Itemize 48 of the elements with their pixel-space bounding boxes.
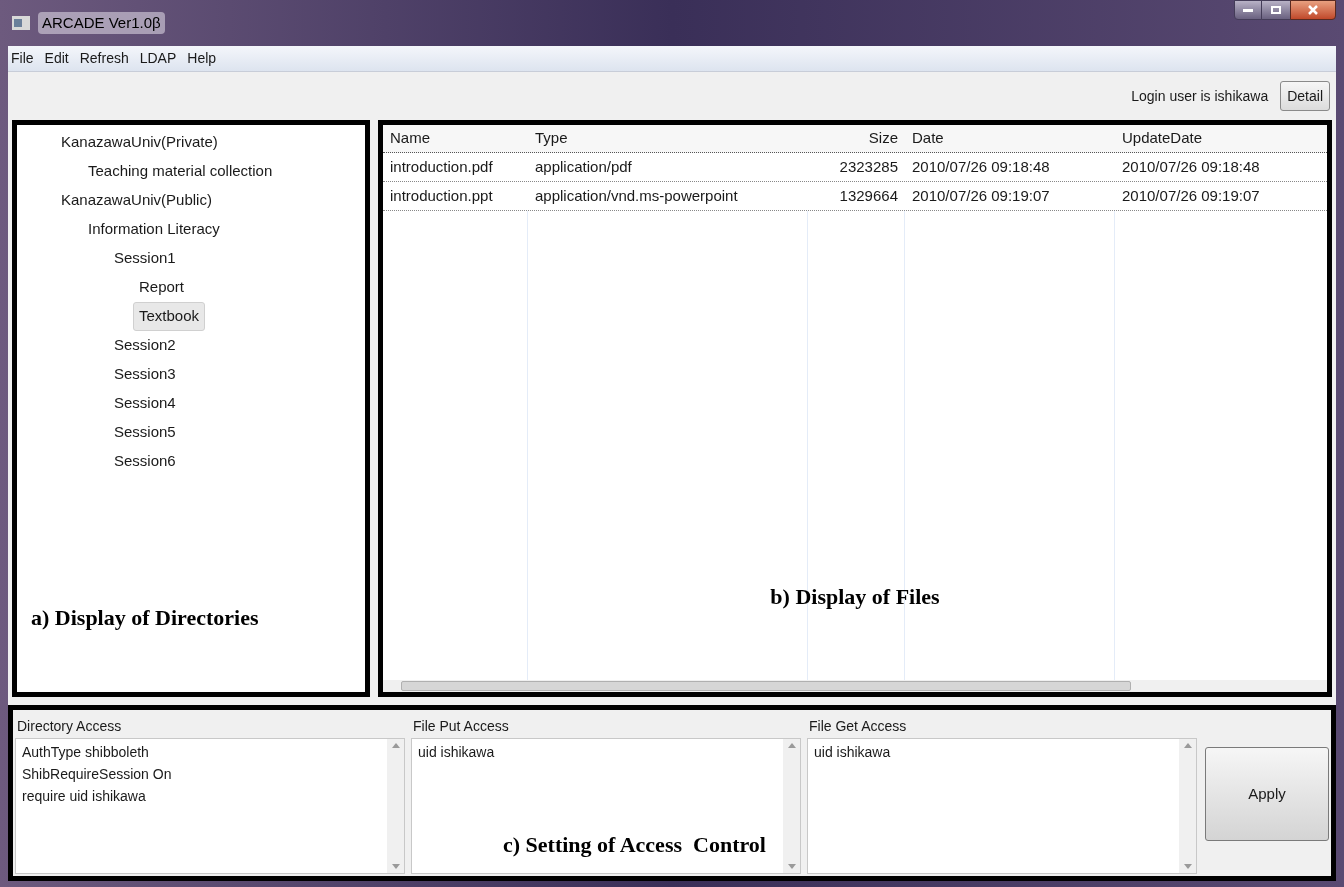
tree-item[interactable]: KanazawaUniv(Private) bbox=[55, 128, 224, 157]
login-user-text: Login user is ishikawa bbox=[1131, 86, 1269, 106]
horizontal-scrollbar[interactable] bbox=[383, 680, 1327, 692]
close-button[interactable] bbox=[1290, 0, 1336, 20]
app-icon bbox=[12, 16, 30, 30]
close-icon bbox=[1308, 5, 1318, 15]
annotation-label: b) Display of Files bbox=[770, 583, 940, 611]
table-cell-text: application/vnd.ms-powerpoint bbox=[534, 185, 739, 206]
tree-item[interactable]: KanazawaUniv(Public) bbox=[55, 186, 218, 215]
tree-item[interactable]: Information Literacy bbox=[82, 215, 226, 244]
minimize-button[interactable] bbox=[1234, 0, 1262, 20]
menu-item[interactable]: Refresh bbox=[79, 48, 129, 69]
column-header[interactable]: Size bbox=[808, 127, 905, 150]
tree-item[interactable]: Textbook bbox=[133, 302, 206, 331]
detail-button[interactable]: Detail bbox=[1280, 81, 1330, 111]
tree-item[interactable]: Session1 bbox=[108, 244, 182, 273]
scrollbar-thumb[interactable] bbox=[401, 681, 1131, 691]
table-cell-text: 2010/07/26 09:18:48 bbox=[911, 156, 1051, 177]
column-header[interactable]: Date bbox=[905, 127, 1115, 150]
menu-item[interactable]: LDAP bbox=[139, 48, 177, 69]
table-cell-text: 2323285 bbox=[838, 156, 899, 177]
tree-item[interactable]: Session2 bbox=[108, 331, 182, 360]
table-cell-text: introduction.ppt bbox=[389, 185, 494, 206]
column-header[interactable]: Name bbox=[383, 127, 528, 150]
column-header[interactable]: UpdateDate bbox=[1115, 127, 1327, 150]
tree-item[interactable]: Session3 bbox=[108, 360, 182, 389]
table-cell-text: introduction.pdf bbox=[389, 156, 494, 177]
tree-item[interactable]: Teaching material collection bbox=[82, 157, 279, 186]
field-label: Directory Access bbox=[16, 716, 123, 736]
maximize-button[interactable] bbox=[1262, 0, 1290, 20]
tree-item[interactable]: Session5 bbox=[108, 418, 182, 447]
table-cell-text: 2010/07/26 09:19:07 bbox=[1121, 185, 1261, 206]
column-header[interactable]: Type bbox=[528, 127, 808, 150]
menu-item[interactable]: Edit bbox=[44, 48, 69, 69]
apply-button[interactable]: Apply bbox=[1205, 747, 1329, 841]
table-cell-text: 2010/07/26 09:18:48 bbox=[1121, 156, 1261, 177]
menu-item[interactable]: Help bbox=[187, 48, 217, 69]
table-cell-text: application/pdf bbox=[534, 156, 633, 177]
table-cell-text: 2010/07/26 09:19:07 bbox=[911, 185, 1051, 206]
table-cell-text: 1329664 bbox=[838, 185, 899, 206]
field-label: File Put Access bbox=[412, 716, 510, 736]
annotation-label: a) Display of Directories bbox=[31, 605, 259, 630]
field-label: File Get Access bbox=[808, 716, 908, 736]
menu-item[interactable]: File bbox=[11, 48, 34, 69]
tree-item[interactable]: Session6 bbox=[108, 447, 182, 476]
tree-item[interactable]: Session4 bbox=[108, 389, 182, 418]
tree-item[interactable]: Report bbox=[133, 273, 191, 302]
window-title: ARCADE Ver1.0β bbox=[38, 11, 165, 35]
